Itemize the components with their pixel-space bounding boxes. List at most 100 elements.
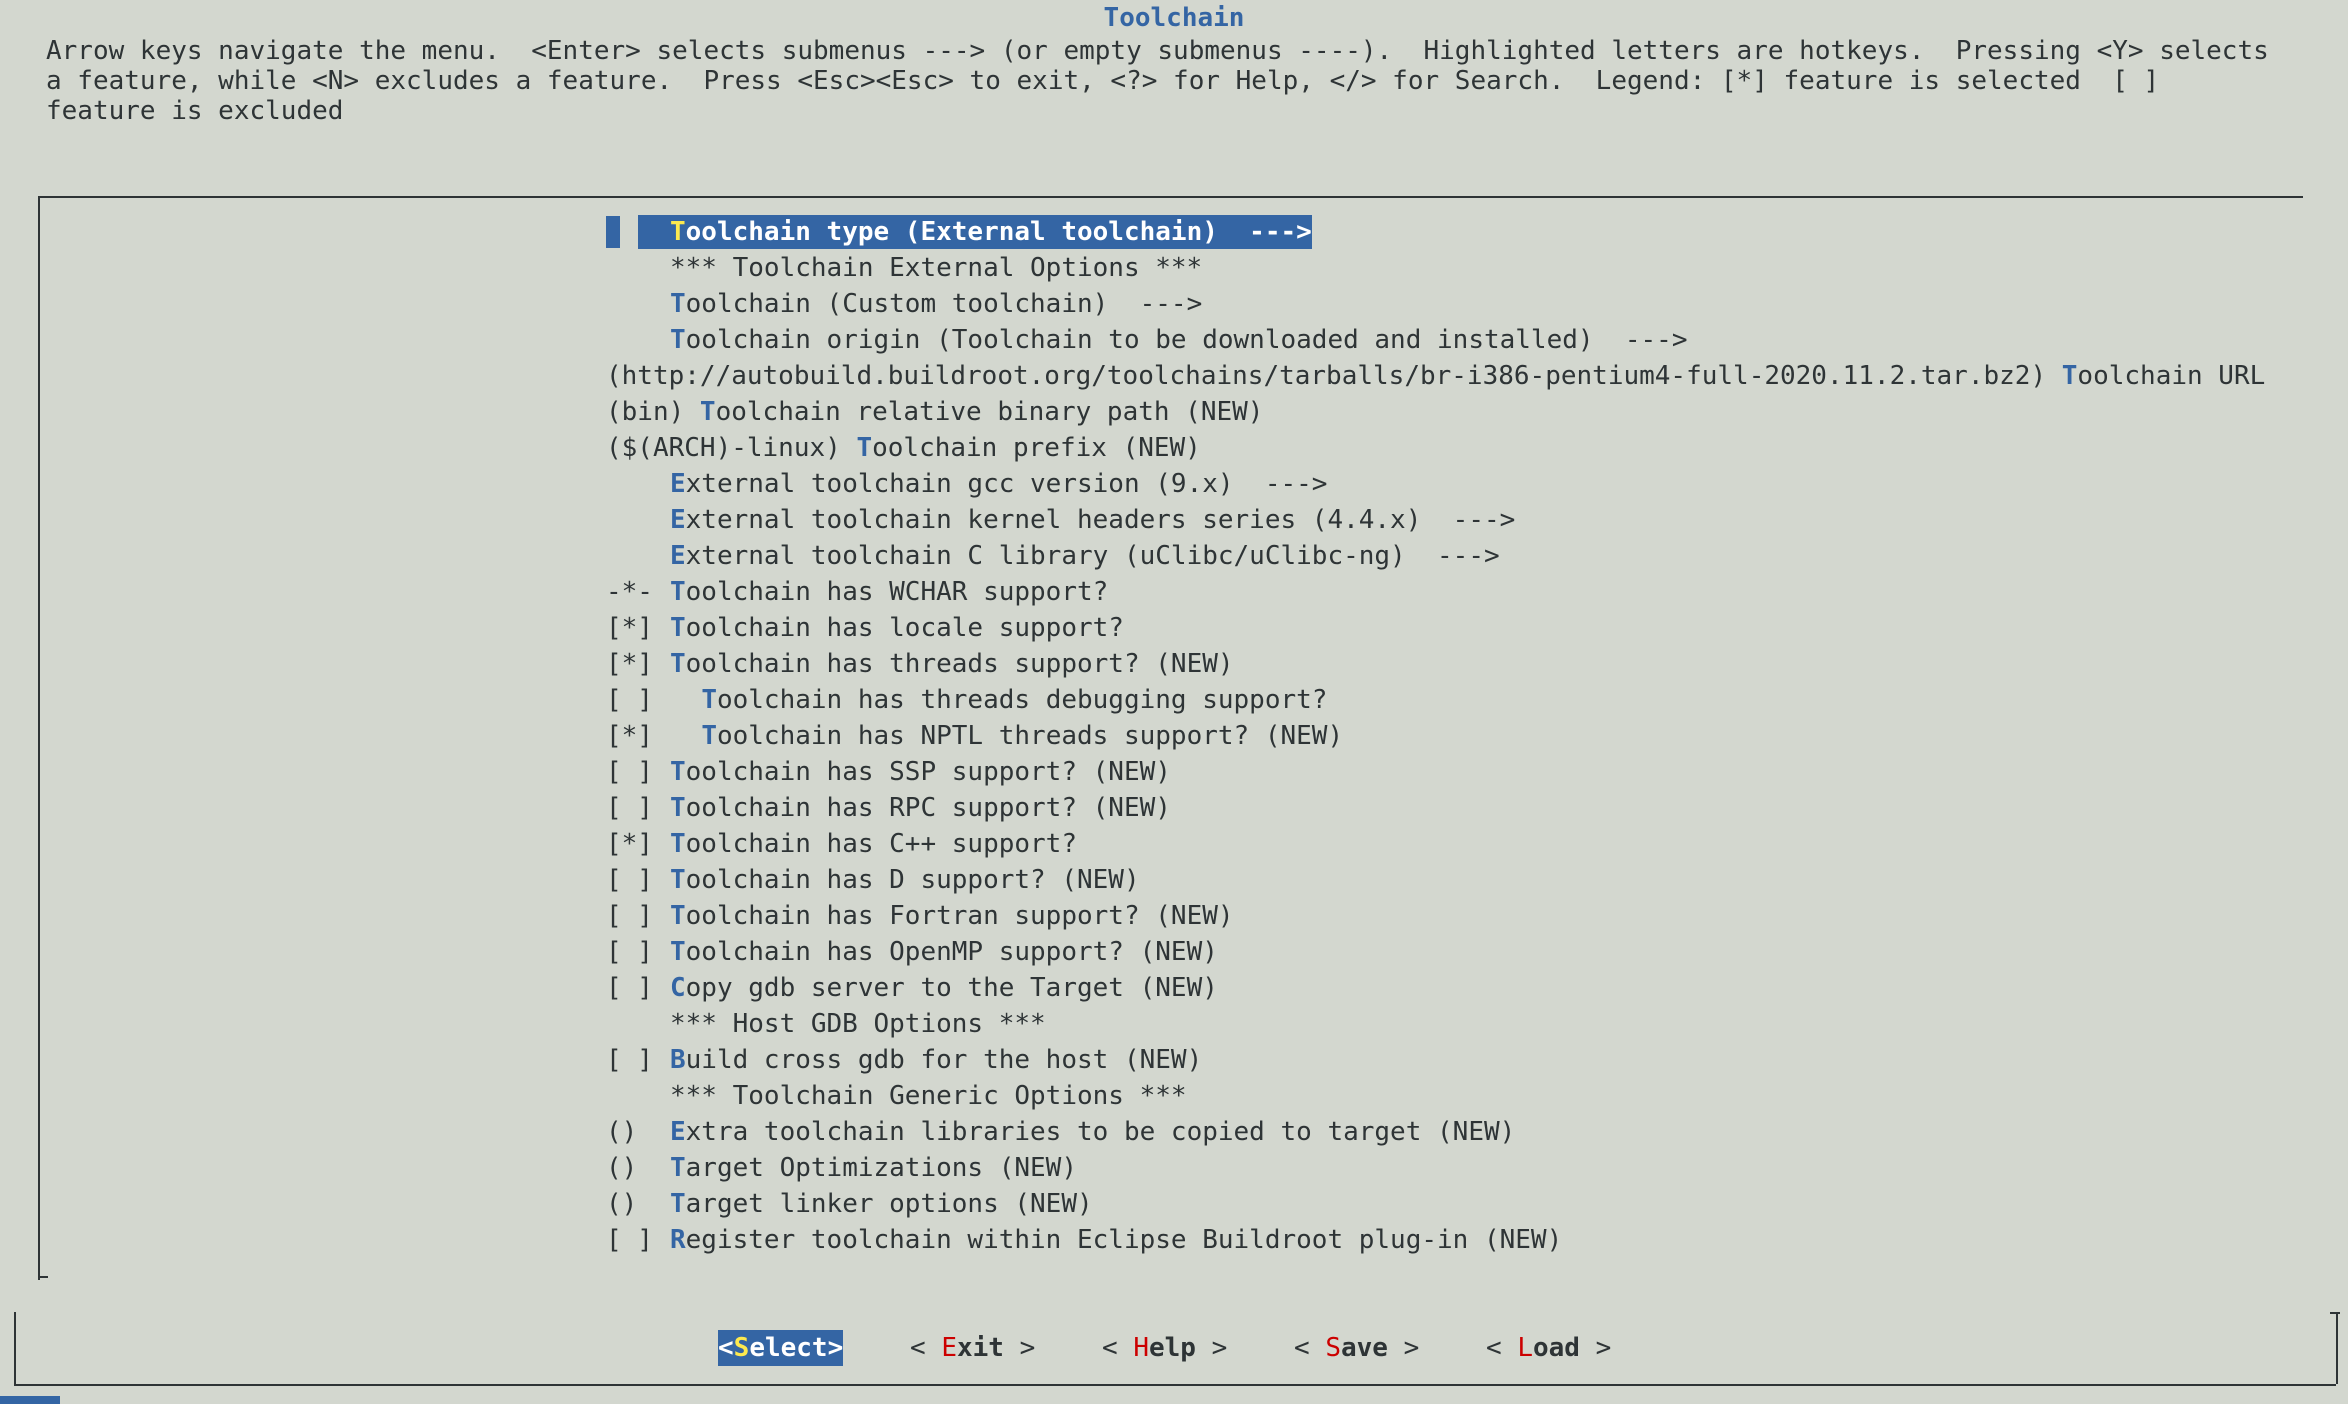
menu-item[interactable]: ($(ARCH)-linux) Toolchain prefix (NEW) — [606, 430, 2265, 466]
menu-item-hotkey: T — [701, 721, 717, 751]
btn-open: < — [1102, 1333, 1134, 1363]
menu-item[interactable]: [ ] Toolchain has OpenMP support? (NEW) — [606, 934, 2265, 970]
btn-label: xit — [956, 1333, 1004, 1363]
load-button[interactable]: < Load > — [1486, 1330, 1611, 1366]
btn-label: oad — [1532, 1333, 1580, 1363]
menu-item-text: xtra toolchain libraries to be copied to… — [685, 1117, 1516, 1147]
menu-item-prefix: [*] — [606, 721, 653, 751]
menu-item[interactable]: External toolchain kernel headers series… — [606, 502, 2265, 538]
menu-item-label: External toolchain kernel headers series… — [670, 505, 1515, 535]
menu-item-hotkey: T — [670, 325, 686, 355]
menu-item-label: Toolchain relative binary path (NEW) — [700, 397, 1264, 427]
menu-item-text: *** Host GDB Options *** — [670, 1009, 1046, 1039]
menu-item[interactable]: -*- Toolchain has WCHAR support? — [606, 574, 2265, 610]
menu-item-prefix: () — [606, 1117, 638, 1147]
btn-close: > — [1579, 1333, 1612, 1363]
menu-item[interactable]: *** Toolchain External Options *** — [606, 250, 2265, 286]
btn-hotkey: E — [941, 1333, 957, 1363]
menu-item-label: *** Host GDB Options *** — [670, 1009, 1046, 1039]
menu-item[interactable]: (http://autobuild.buildroot.org/toolchai… — [606, 358, 2265, 394]
menu-item-indent — [670, 685, 701, 715]
menu-item-label: *** Toolchain External Options *** — [670, 253, 1202, 283]
menu-item[interactable]: *** Toolchain Generic Options *** — [606, 1078, 2265, 1114]
menu-item-hotkey: T — [670, 829, 686, 859]
select-button[interactable]: <Select> — [718, 1330, 844, 1366]
menu-item[interactable]: External toolchain C library (uClibc/uCl… — [606, 538, 2265, 574]
menu-item-text: *** Toolchain External Options *** — [670, 253, 1203, 283]
button-bar: <Select> < Exit > < Help > < Save > < Load > — [0, 1330, 2348, 1370]
menu-item-label: Toolchain origin (Toolchain to be downlo… — [670, 325, 1687, 355]
menu-item[interactable]: [*] Toolchain has threads support? (NEW) — [606, 646, 2265, 682]
btn-label: elect — [749, 1333, 828, 1363]
menu-item[interactable]: [ ] Toolchain has SSP support? (NEW) — [606, 754, 2265, 790]
menu-item[interactable]: (bin) Toolchain relative binary path (NE… — [606, 394, 2265, 430]
menu-item[interactable]: [ ] Toolchain has D support? (NEW) — [606, 862, 2265, 898]
menu-item[interactable]: External toolchain gcc version (9.x) ---… — [606, 466, 2265, 502]
menu-item-indent — [670, 721, 701, 751]
menu-item-text: arget Optimizations (NEW) — [685, 1153, 1077, 1183]
menu-item-label: Target Optimizations (NEW) — [670, 1153, 1077, 1183]
menu-item-label: Register toolchain within Eclipse Buildr… — [670, 1225, 1562, 1255]
menu-item-text: oolchain has NPTL threads support? (NEW) — [716, 721, 1344, 751]
menu-item-text: oolchain (Custom toolchain) ---> — [685, 289, 1203, 319]
btn-open: < — [1294, 1333, 1326, 1363]
menu-item-text: arget linker options (NEW) — [685, 1189, 1093, 1219]
menu-item-prefix: () — [606, 1189, 638, 1219]
menu-item[interactable]: [ ] Toolchain has RPC support? (NEW) — [606, 790, 2265, 826]
menu-item-text: xternal toolchain gcc version (9.x) ---> — [685, 469, 1328, 499]
menu-item-hotkey: E — [670, 505, 686, 535]
save-button[interactable]: < Save > — [1294, 1330, 1419, 1366]
window-title: Toolchain — [1103, 3, 1245, 33]
menu-item-text: oolchain has locale support? — [685, 613, 1124, 643]
frame-tick — [38, 1276, 48, 1278]
menu-item[interactable]: [ ] Toolchain has threads debugging supp… — [606, 682, 2265, 718]
menu-item-prefix: [*] — [606, 613, 653, 643]
menu-list: Toolchain type (External toolchain) --->… — [606, 214, 2265, 1258]
menu-item-hotkey: T — [670, 937, 686, 967]
menu-item[interactable]: () Extra toolchain libraries to be copied… — [606, 1114, 2265, 1150]
menu-item-label: Toolchain has SSP support? (NEW) — [670, 757, 1171, 787]
menu-item[interactable]: [ ] Build cross gdb for the host (NEW) — [606, 1042, 2265, 1078]
menu-item[interactable]: [*] Toolchain has locale support? — [606, 610, 2265, 646]
btn-hotkey: S — [1325, 1333, 1341, 1363]
exit-button[interactable]: < Exit > — [910, 1330, 1035, 1366]
btn-hotkey: H — [1133, 1333, 1149, 1363]
menu-item[interactable]: Toolchain (Custom toolchain) ---> — [606, 286, 2265, 322]
menu-item-text: *** Toolchain Generic Options *** — [670, 1081, 1187, 1111]
menu-item-hotkey: C — [670, 973, 686, 1003]
menu-item-hotkey: T — [670, 613, 686, 643]
menu-item-hotkey: T — [670, 1153, 686, 1183]
menu-item[interactable]: [*] Toolchain has C++ support? — [606, 826, 2265, 862]
menu-item-prefix: (bin) — [606, 397, 700, 427]
menu-item-text: egister toolchain within Eclipse Buildro… — [685, 1225, 1563, 1255]
btn-label: ave — [1340, 1333, 1388, 1363]
menu-item-prefix: -*- — [606, 577, 653, 607]
menu-item-text: oolchain has Fortran support? (NEW) — [685, 901, 1234, 931]
menu-item-text: xternal toolchain C library (uClibc/uCli… — [685, 541, 1500, 571]
menu-item-prefix: [ ] — [606, 793, 653, 823]
menu-item-label: External toolchain gcc version (9.x) ---… — [670, 469, 1327, 499]
menu-item-hotkey: E — [670, 469, 686, 499]
menu-item[interactable]: [ ] Toolchain has Fortran support? (NEW) — [606, 898, 2265, 934]
menu-item-text: oolchain has D support? (NEW) — [685, 865, 1140, 895]
menu-item[interactable]: [ ] Register toolchain within Eclipse Bui… — [606, 1222, 2265, 1258]
menu-item[interactable]: () Target linker options (NEW) — [606, 1186, 2265, 1222]
menu-item-prefix: [ ] — [606, 865, 653, 895]
menu-item-text: oolchain origin (Toolchain to be downloa… — [685, 325, 1688, 355]
menu-item-hotkey: T — [856, 433, 873, 463]
menu-item[interactable]: [ ] Copy gdb server to the Target (NEW) — [606, 970, 2265, 1006]
menu-item-label: *** Toolchain Generic Options *** — [670, 1081, 1187, 1111]
menu-item-hotkey: T — [670, 865, 686, 895]
menu-item[interactable]: *** Host GDB Options *** — [606, 1006, 2265, 1042]
menu-item-prefix: [ ] — [606, 973, 653, 1003]
menu-item[interactable]: Toolchain origin (Toolchain to be downlo… — [606, 322, 2265, 358]
menu-item-label: Toolchain prefix (NEW) — [856, 433, 1200, 463]
menu-item-text: oolchain type (External toolchain) ---> — [685, 217, 1312, 247]
menu-item-prefix: [ ] — [606, 937, 653, 967]
help-button[interactable]: < Help > — [1102, 1330, 1227, 1366]
menu-item[interactable]: () Target Optimizations (NEW) — [606, 1150, 2265, 1186]
menu-item[interactable]: Toolchain type (External toolchain) ---> — [606, 214, 2265, 250]
menu-item-text: oolchain URL — [2077, 361, 2266, 391]
menu-item-label: Toolchain (Custom toolchain) ---> — [670, 289, 1202, 319]
menu-item[interactable]: [*] Toolchain has NPTL threads support? … — [606, 718, 2265, 754]
